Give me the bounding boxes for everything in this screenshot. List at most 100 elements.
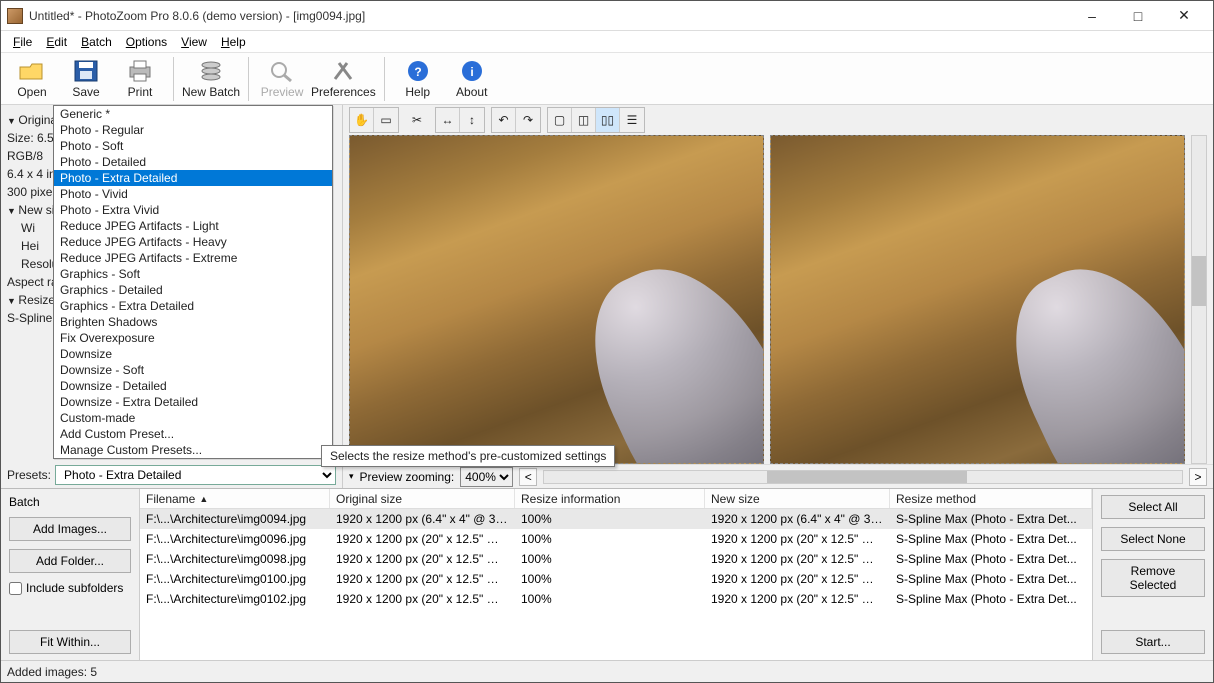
save-button[interactable]: Save bbox=[61, 54, 111, 104]
preset-option[interactable]: Photo - Regular bbox=[54, 122, 332, 138]
crop-tool-button[interactable]: ✂ bbox=[405, 108, 429, 132]
preferences-button[interactable]: Preferences bbox=[311, 54, 376, 104]
window-title: Untitled* - PhotoZoom Pro 8.0.6 (demo ve… bbox=[29, 9, 1069, 23]
cell: F:\...\Architecture\img0100.jpg bbox=[140, 571, 330, 587]
flip-v-button[interactable]: ↕ bbox=[460, 108, 484, 132]
checkbox[interactable] bbox=[9, 582, 22, 595]
menu-options[interactable]: Options bbox=[120, 33, 173, 51]
open-button[interactable]: Open bbox=[7, 54, 57, 104]
select-none-button[interactable]: Select None bbox=[1101, 527, 1205, 551]
chevron-down-icon[interactable]: ▾ bbox=[349, 471, 354, 482]
preview-original[interactable] bbox=[349, 135, 764, 464]
zoom-select[interactable]: 400% bbox=[460, 467, 513, 487]
presets-select[interactable]: Photo - Extra Detailed bbox=[55, 465, 336, 485]
rotate-cw-button[interactable]: ↷ bbox=[516, 108, 540, 132]
preset-option[interactable]: Reduce JPEG Artifacts - Extreme bbox=[54, 250, 332, 266]
cell: 100% bbox=[515, 551, 705, 567]
cell: S-Spline Max (Photo - Extra Det... bbox=[890, 511, 1092, 527]
info-icon: i bbox=[458, 59, 486, 83]
hand-tool-button[interactable]: ✋ bbox=[350, 108, 374, 132]
preset-option[interactable]: Custom-made bbox=[54, 410, 332, 426]
start-button[interactable]: Start... bbox=[1101, 630, 1205, 654]
fit-within-button[interactable]: Fit Within... bbox=[9, 630, 131, 654]
column-header[interactable]: Resize method bbox=[890, 489, 1092, 508]
maximize-button[interactable]: □ bbox=[1115, 1, 1161, 31]
marquee-tool-button[interactable]: ▭ bbox=[374, 108, 398, 132]
scroll-left-button[interactable]: < bbox=[519, 468, 537, 486]
preset-option[interactable]: Add Custom Preset... bbox=[54, 426, 332, 442]
preview-result[interactable] bbox=[770, 135, 1185, 464]
preset-option[interactable]: Graphics - Soft bbox=[54, 266, 332, 282]
layout-stack-button[interactable]: ☰ bbox=[620, 108, 644, 132]
scroll-right-button[interactable]: > bbox=[1189, 468, 1207, 486]
cell: S-Spline Max (Photo - Extra Det... bbox=[890, 571, 1092, 587]
preset-option[interactable]: Brighten Shadows bbox=[54, 314, 332, 330]
horizontal-scrollbar[interactable] bbox=[543, 470, 1183, 484]
preset-option[interactable]: Downsize - Extra Detailed bbox=[54, 394, 332, 410]
scroll-thumb[interactable] bbox=[1192, 256, 1206, 306]
menu-help[interactable]: Help bbox=[215, 33, 252, 51]
preset-option[interactable]: Photo - Soft bbox=[54, 138, 332, 154]
preset-option[interactable]: Photo - Detailed bbox=[54, 154, 332, 170]
new-batch-button[interactable]: New Batch bbox=[182, 54, 240, 104]
batch-area: Batch Add Images... Add Folder... Includ… bbox=[1, 488, 1213, 660]
columns-icon: ▯▯ bbox=[601, 113, 614, 127]
table-row[interactable]: F:\...\Architecture\img0100.jpg 1920 x 12… bbox=[140, 569, 1092, 589]
preset-option[interactable]: Downsize bbox=[54, 346, 332, 362]
column-header[interactable]: Original size bbox=[330, 489, 515, 508]
scroll-thumb[interactable] bbox=[767, 471, 967, 483]
menu-file[interactable]: File bbox=[7, 33, 38, 51]
close-button[interactable]: ✕ bbox=[1161, 1, 1207, 31]
table-row[interactable]: F:\...\Architecture\img0094.jpg1920 x 12… bbox=[140, 509, 1092, 529]
cell: F:\...\Architecture\img0094.jpg bbox=[140, 511, 330, 527]
preset-option[interactable]: Downsize - Soft bbox=[54, 362, 332, 378]
vertical-scrollbar[interactable] bbox=[1191, 135, 1207, 464]
separator bbox=[173, 57, 174, 101]
cell: 1920 x 1200 px (20" x 12.5" @ 9... bbox=[705, 591, 890, 607]
print-button[interactable]: Print bbox=[115, 54, 165, 104]
add-images-button[interactable]: Add Images... bbox=[9, 517, 131, 541]
include-subfolders-checkbox[interactable]: Include subfolders bbox=[9, 581, 131, 595]
select-all-button[interactable]: Select All bbox=[1101, 495, 1205, 519]
preset-option[interactable]: Photo - Extra Vivid bbox=[54, 202, 332, 218]
preview-button[interactable]: Preview bbox=[257, 54, 307, 104]
titlebar: Untitled* - PhotoZoom Pro 8.0.6 (demo ve… bbox=[1, 1, 1213, 31]
nav-tool-group: ✋ ▭ bbox=[349, 107, 399, 133]
layout-split-v-button[interactable]: ◫ bbox=[572, 108, 596, 132]
help-icon: ? bbox=[404, 59, 432, 83]
column-header[interactable]: New size bbox=[705, 489, 890, 508]
preset-option[interactable]: Reduce JPEG Artifacts - Heavy bbox=[54, 234, 332, 250]
preset-option[interactable]: Manage Custom Presets... bbox=[54, 442, 332, 458]
table-row[interactable]: F:\...\Architecture\img0098.jpg1920 x 12… bbox=[140, 549, 1092, 569]
preset-option[interactable]: Photo - Vivid bbox=[54, 186, 332, 202]
minimize-button[interactable]: – bbox=[1069, 1, 1115, 31]
crop-icon: ✂ bbox=[412, 113, 422, 127]
table-row[interactable]: F:\...\Architecture\img0102.jpg1920 x 12… bbox=[140, 589, 1092, 609]
menu-batch[interactable]: Batch bbox=[75, 33, 118, 51]
presets-dropdown[interactable]: Generic *Photo - RegularPhoto - SoftPhot… bbox=[53, 105, 333, 459]
batch-icon bbox=[197, 59, 225, 83]
preset-option[interactable]: Fix Overexposure bbox=[54, 330, 332, 346]
flip-h-button[interactable]: ↔ bbox=[436, 108, 460, 132]
app-icon bbox=[7, 8, 23, 24]
preset-option[interactable]: Photo - Extra Detailed bbox=[54, 170, 332, 186]
remove-selected-button[interactable]: Remove Selected bbox=[1101, 559, 1205, 597]
help-button[interactable]: ? Help bbox=[393, 54, 443, 104]
menu-edit[interactable]: Edit bbox=[40, 33, 73, 51]
column-header[interactable]: Resize information bbox=[515, 489, 705, 508]
menubar: FileEditBatchOptionsViewHelp bbox=[1, 31, 1213, 53]
about-button[interactable]: i About bbox=[447, 54, 497, 104]
layout-side-by-side-button[interactable]: ▯▯ bbox=[596, 108, 620, 132]
table-row[interactable]: F:\...\Architecture\img0096.jpg1920 x 12… bbox=[140, 529, 1092, 549]
preset-option[interactable]: Downsize - Detailed bbox=[54, 378, 332, 394]
preset-option[interactable]: Graphics - Detailed bbox=[54, 282, 332, 298]
column-header[interactable]: Filename ▲ bbox=[140, 489, 330, 508]
add-folder-button[interactable]: Add Folder... bbox=[9, 549, 131, 573]
menu-view[interactable]: View bbox=[175, 33, 213, 51]
preset-option[interactable]: Generic * bbox=[54, 106, 332, 122]
preset-option[interactable]: Graphics - Extra Detailed bbox=[54, 298, 332, 314]
rotate-ccw-button[interactable]: ↶ bbox=[492, 108, 516, 132]
layout-single-button[interactable]: ▢ bbox=[548, 108, 572, 132]
preset-option[interactable]: Reduce JPEG Artifacts - Light bbox=[54, 218, 332, 234]
cell: 1920 x 1200 px (20" x 12.5" @ 9... bbox=[705, 571, 890, 587]
